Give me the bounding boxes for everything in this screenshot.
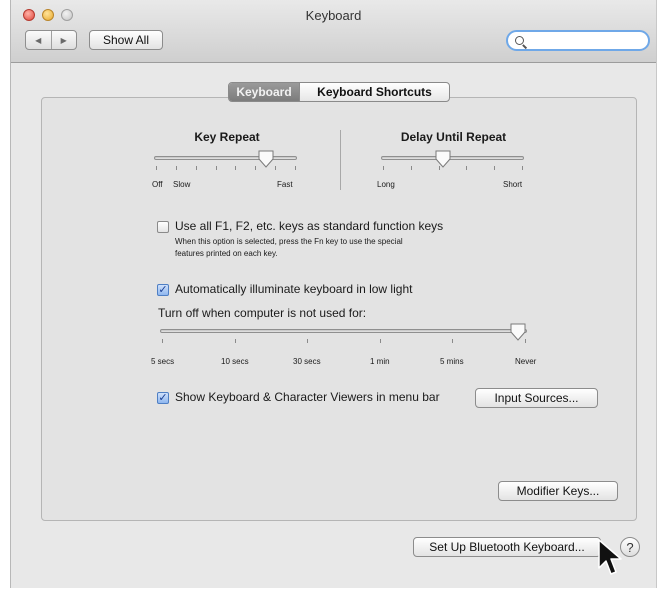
key-repeat-off-label: Off xyxy=(152,180,163,189)
back-arrow-icon: ◀ xyxy=(35,35,42,45)
back-button[interactable]: ◀ xyxy=(26,31,51,49)
delay-short-label: Short xyxy=(503,180,523,189)
turn-off-label: Turn off when computer is not used for: xyxy=(158,306,367,320)
title-bar: Keyboard ◀ ▶ Show All xyxy=(11,0,656,63)
function-keys-checkbox[interactable] xyxy=(157,221,169,233)
illumination-timeout-track xyxy=(160,329,527,333)
illumination-timeout-labels: 5 secs 10 secs 30 secs 1 min 5 mins Never xyxy=(146,357,546,371)
illuminate-label[interactable]: Automatically illuminate keyboard in low… xyxy=(175,282,412,296)
delay-until-repeat-tick xyxy=(522,166,523,170)
key-repeat-tick xyxy=(295,166,296,170)
illuminate-checkbox[interactable]: ✓ xyxy=(157,284,169,296)
key-repeat-tick xyxy=(255,166,256,170)
forward-button[interactable]: ▶ xyxy=(50,31,77,49)
mouse-cursor-icon xyxy=(598,539,622,575)
illumination-option-label: Never xyxy=(515,357,537,366)
illumination-timeout-tick xyxy=(307,339,308,343)
search-field[interactable] xyxy=(506,30,650,51)
illumination-timeout-tick xyxy=(380,339,381,343)
help-icon: ? xyxy=(626,539,634,555)
illumination-option-label: 10 secs xyxy=(221,357,249,366)
delay-until-repeat-tick xyxy=(383,166,384,170)
key-repeat-slow-label: Slow xyxy=(173,180,191,189)
key-repeat-fast-label: Fast xyxy=(277,180,293,189)
delay-until-repeat-track xyxy=(381,156,524,160)
key-repeat-knob[interactable] xyxy=(257,150,275,168)
tab-keyboard-shortcuts[interactable]: Keyboard Shortcuts xyxy=(299,83,449,101)
function-keys-description-line1: When this option is selected, press the … xyxy=(175,237,403,246)
illumination-timeout-slider[interactable] xyxy=(160,323,527,347)
function-keys-description-line2: features printed on each key. xyxy=(175,249,278,258)
forward-arrow-icon: ▶ xyxy=(60,35,67,45)
key-repeat-slider[interactable] xyxy=(154,150,297,174)
illumination-timeout-tick xyxy=(235,339,236,343)
illumination-option-label: 30 secs xyxy=(293,357,321,366)
key-repeat-track xyxy=(154,156,297,160)
tab-keyboard[interactable]: Keyboard xyxy=(229,83,299,101)
back-forward-control: ◀ ▶ xyxy=(25,30,77,50)
key-repeat-tick xyxy=(176,166,177,170)
illumination-option-label: 1 min xyxy=(370,357,390,366)
key-repeat-tick xyxy=(235,166,236,170)
key-repeat-tick xyxy=(156,166,157,170)
illumination-option-label: 5 secs xyxy=(151,357,175,366)
input-sources-button[interactable]: Input Sources... xyxy=(475,388,598,408)
help-button[interactable]: ? xyxy=(620,537,640,557)
search-input[interactable] xyxy=(528,33,644,50)
keyboard-preferences-window: Keyboard ◀ ▶ Show All Keyboard Keyboard … xyxy=(10,0,657,588)
delay-until-repeat-slider[interactable] xyxy=(381,150,524,174)
key-repeat-tick xyxy=(196,166,197,170)
search-icon xyxy=(515,36,524,45)
illumination-timeout-tick xyxy=(452,339,453,343)
bluetooth-keyboard-button[interactable]: Set Up Bluetooth Keyboard... xyxy=(413,537,601,557)
modifier-keys-button[interactable]: Modifier Keys... xyxy=(498,481,618,501)
show-all-button[interactable]: Show All xyxy=(89,30,163,50)
delay-until-repeat-tick xyxy=(494,166,495,170)
tab-bar: Keyboard Keyboard Shortcuts xyxy=(228,82,450,102)
key-repeat-tick xyxy=(216,166,217,170)
window-title: Keyboard xyxy=(305,8,362,23)
delay-long-label: Long xyxy=(377,180,395,189)
illumination-option-label: 5 mins xyxy=(440,357,464,366)
function-keys-label[interactable]: Use all F1, F2, etc. keys as standard fu… xyxy=(175,219,443,233)
delay-until-repeat-tick xyxy=(466,166,467,170)
delay-until-repeat-title: Delay Until Repeat xyxy=(400,130,507,144)
key-repeat-tick xyxy=(275,166,276,170)
viewers-checkbox[interactable]: ✓ xyxy=(157,392,169,404)
viewers-label[interactable]: Show Keyboard & Character Viewers in men… xyxy=(175,390,440,404)
delay-until-repeat-knob[interactable] xyxy=(434,150,452,168)
slider-divider xyxy=(340,130,341,190)
delay-until-repeat-tick xyxy=(411,166,412,170)
illumination-timeout-tick xyxy=(162,339,163,343)
key-repeat-title: Key Repeat xyxy=(194,130,260,144)
illumination-timeout-knob[interactable] xyxy=(509,323,527,341)
